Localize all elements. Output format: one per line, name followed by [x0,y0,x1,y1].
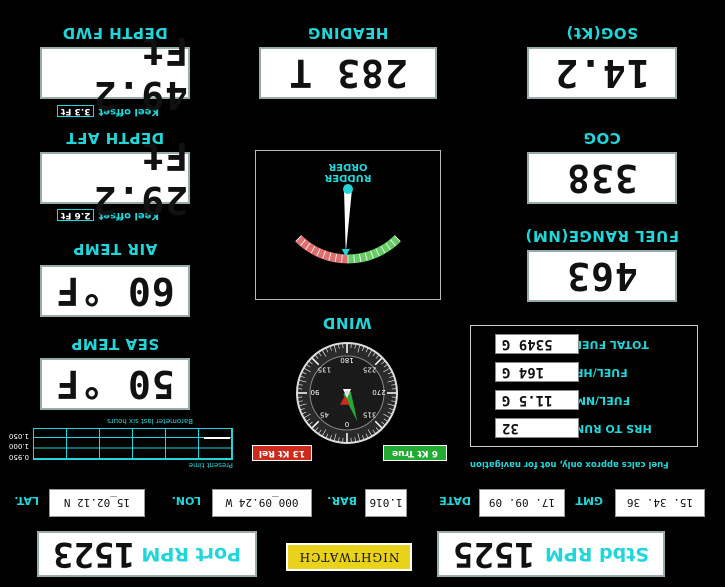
wind-tick-label: 0 [345,420,349,428]
bar-value: 1.016 [365,489,407,517]
barometer-title: Present time [188,461,233,469]
nightwatch-logo: NIGHTWATCH [286,543,412,571]
fuel-per-hr-label: FUEL/HR [575,366,628,379]
depth-fwd-label: DEPTH FWD [62,24,168,42]
wind-tick-label: 135 [318,365,331,373]
rudder-label-line1: RUDDER [324,172,372,183]
date-value: 17. 09. 09 [479,489,565,517]
gmt-label: GMT [575,494,603,507]
depth-aft-display: 29.2 Ft [40,134,190,222]
fuel-note: Fuel calcs approx only, not for navigati… [470,459,669,469]
sea-temp-value: 50 °F [55,362,175,406]
cog-display: 338 [527,152,677,204]
fuel-per-hr-value: 164 G [495,362,579,382]
wind-tick-label: 225 [363,365,376,373]
fuel-row-total: TOTAL FUEL 5349 G [495,332,685,354]
port-rpm-value: 1523 [53,534,135,574]
wind-true-text: 6 Kt True [392,448,438,458]
barometer-trace [204,436,230,439]
depth-aft-value: 29.2 Ft [92,134,188,222]
wind-tick-label: 180 [340,356,353,364]
wind-label: WIND [322,314,372,332]
baro-scale-tick: 0.950 [8,453,29,461]
barometer-graph: Present time 0.950 1.000 1.050 Barometer… [3,411,233,469]
wind-tick-label: 90 [311,388,320,396]
wind-hub [344,390,350,396]
air-temp-value: 60 °F [55,269,175,313]
depth-fwd-display: 49.2 Ft [40,29,190,117]
wind-tick-label: 270 [372,388,385,396]
instrument-panel: Port RPM 1523 NIGHTWATCH Stbd RPM 1525 L… [0,0,725,587]
air-temp-display: 60 °F [40,265,190,317]
gmt-value: 15. 34. 36 [615,489,705,517]
port-rpm-label: Port RPM [141,543,241,565]
bar-label: BAR. [327,494,357,507]
rudder-needle [344,189,352,253]
baro-scale-tick: 1.000 [8,442,29,451]
baro-scale-tick: 1.050 [8,432,29,440]
lon-label: LON. [171,494,201,507]
fuel-per-nm-value: 11.5 G [495,390,579,410]
lat-value: 15_02.12 N [49,489,145,517]
lat-label: LAT. [14,494,39,507]
heading-label: HEADING [307,24,389,42]
hrs-to-run-value: 32 [495,418,579,438]
air-temp-label: AIR TEMP [72,240,158,258]
total-fuel-value: 5349 G [495,334,579,354]
wind-tick-label: 315 [363,411,376,419]
fuel-row-hr: FUEL/HR 164 G [495,360,685,382]
wind-gauge: 0 45 90 135 180 225 270 315 [296,342,398,444]
barometer-scale: 0.950 1.000 1.050 [9,431,29,463]
cog-label: COG [583,129,621,147]
wind-tick-label: 45 [320,411,329,419]
fuel-range-value: 463 [566,254,638,298]
sog-label: SOG(Kt) [566,24,638,42]
sog-display: 14.2 [527,47,677,99]
sog-value: 14.2 [554,51,650,95]
heading-display: 283 T [259,47,437,99]
logo-text: NIGHTWATCH [298,550,400,564]
fuel-panel: HRS TO RUN 32 FUEL/NM 11.5 G FUEL/HR 164… [470,325,698,447]
rudder-panel: RUDDER ORDER [255,150,441,300]
fuel-range-label: FUEL RANGE(NM) [525,227,679,245]
fuel-row-nm: FUEL/NM 11.5 G [495,388,685,410]
stbd-rpm-display: Stbd RPM 1525 [437,531,665,577]
date-label: DATE [439,494,471,507]
stbd-rpm-label: Stbd RPM [544,543,649,565]
total-fuel-label: TOTAL FUEL [575,338,649,351]
hrs-to-run-label: HRS TO RUN [575,422,652,435]
port-rpm-display: Port RPM 1523 [37,531,257,577]
depth-aft-label: DEPTH AFT [65,129,165,147]
fuel-range-display: 463 [527,250,677,302]
barometer-footer: Barometer last six hours [107,417,193,425]
fuel-per-nm-label: FUEL/NM [575,394,631,407]
rudder-label: RUDDER ORDER [256,161,440,183]
barometer-grid [33,428,233,460]
lon-value: 000_09.24 W [212,489,312,517]
stbd-rpm-value: 1525 [453,534,535,574]
sea-temp-display: 50 °F [40,358,190,410]
fuel-row-hrs: HRS TO RUN 32 [495,416,685,438]
depth-fwd-value: 49.2 Ft [92,29,188,117]
rudder-hub [343,184,353,194]
sea-temp-label: SEA TEMP [70,335,160,353]
cog-value: 338 [566,156,638,200]
heading-value: 283 T [288,51,408,95]
rudder-label-line2: ORDER [328,161,368,172]
wind-rel-text: 13 Kt Rel [258,448,306,458]
